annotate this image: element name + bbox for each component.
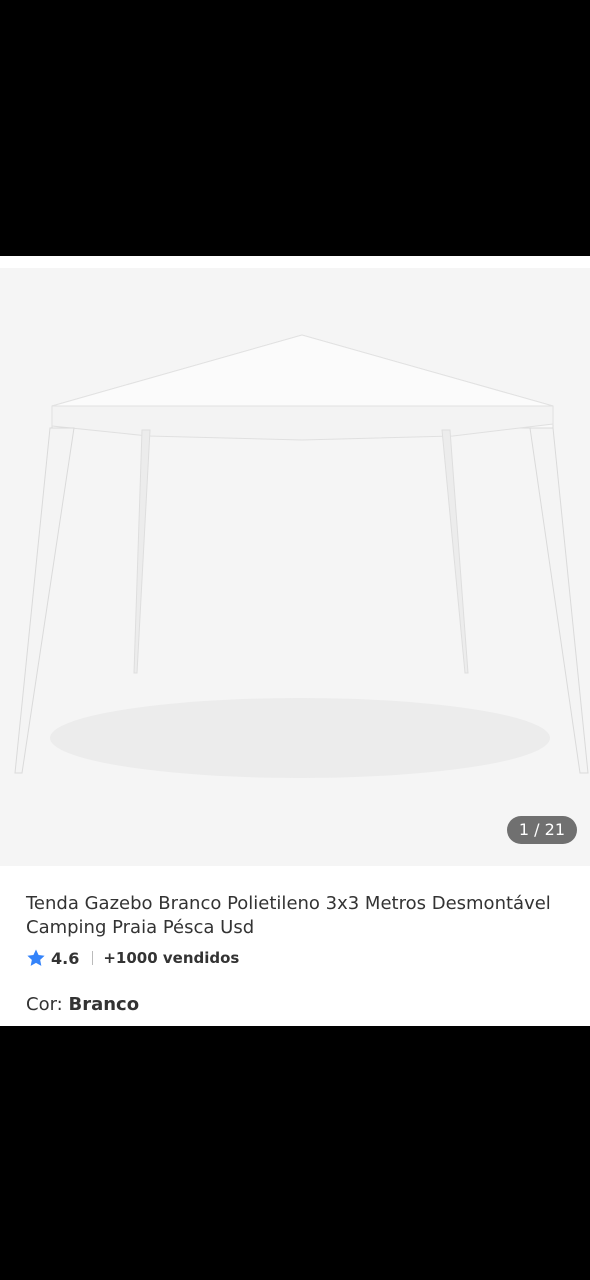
product-title: Tenda Gazebo Branco Polietileno 3x3 Metr… [26, 893, 551, 938]
rating-value: 4.6 [51, 948, 80, 968]
color-label: Cor: [26, 994, 63, 1015]
star-icon [26, 948, 46, 968]
product-info: Tenda Gazebo Branco Polietileno 3x3 Metr… [26, 892, 574, 1015]
rating-row[interactable]: 4.6 +1000 vendidos [26, 948, 574, 968]
gazebo-leg-front-right [529, 427, 589, 774]
gazebo-image [14, 334, 589, 778]
gazebo-leg-back-right [441, 429, 469, 674]
gazebo-leg-front-left [14, 427, 75, 774]
product-image-gallery[interactable]: 1 / 21 [0, 268, 590, 866]
gazebo-roof-top [51, 334, 554, 407]
gazebo-leg-back-left [133, 429, 151, 674]
sold-count: +1000 vendidos [103, 949, 240, 967]
product-card: 1 / 21 Tenda Gazebo Branco Polietileno 3… [0, 256, 590, 1026]
color-row: Cor: Branco [26, 994, 574, 1015]
gazebo-valance [51, 405, 554, 441]
image-counter-badge: 1 / 21 [506, 816, 577, 844]
ground-shadow [50, 698, 550, 778]
color-value: Branco [68, 994, 140, 1015]
divider [92, 951, 94, 965]
